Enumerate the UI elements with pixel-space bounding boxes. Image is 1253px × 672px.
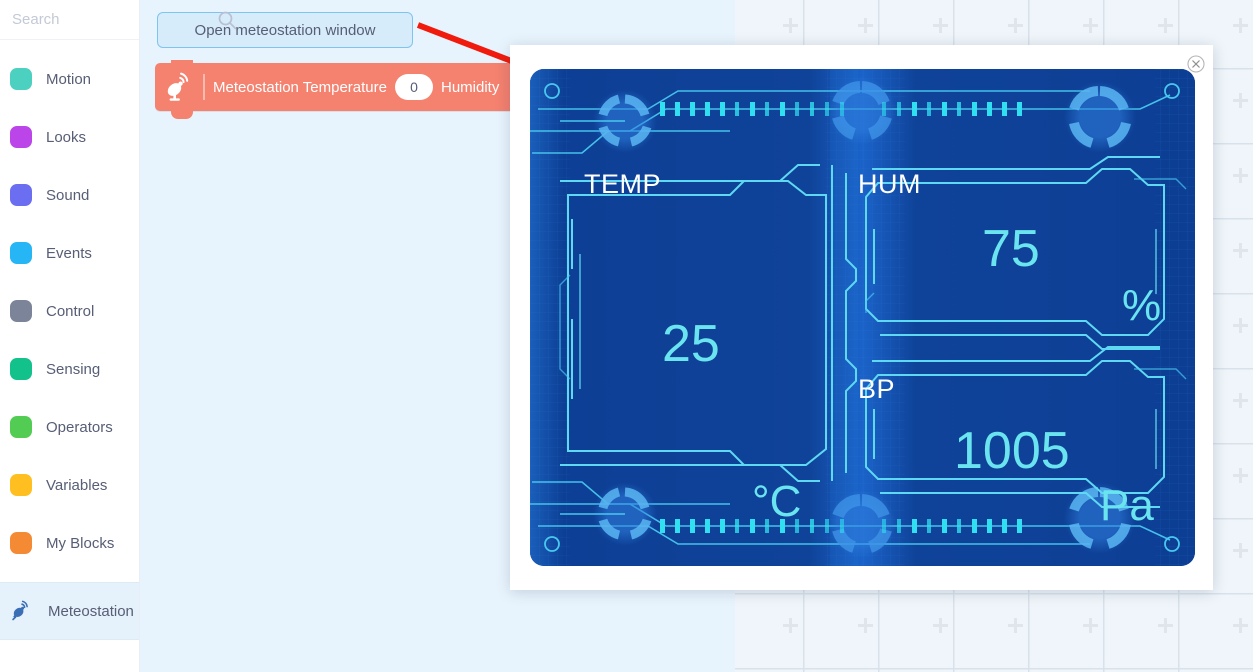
sensing-color-dot bbox=[10, 358, 32, 380]
sidebar-item-variables[interactable]: Variables bbox=[0, 456, 139, 514]
sidebar-item-sound[interactable]: Sound bbox=[0, 166, 139, 224]
operators-color-dot bbox=[10, 416, 32, 438]
sidebar-item-label: Operators bbox=[46, 418, 113, 436]
control-color-dot bbox=[10, 300, 32, 322]
bp-panel-value: 1005 bbox=[954, 422, 1070, 480]
search-icon[interactable] bbox=[217, 10, 237, 30]
block-palette: Motion Looks Sound Events Control Sensin… bbox=[0, 0, 237, 672]
looks-color-dot bbox=[10, 126, 32, 148]
motion-color-dot bbox=[10, 68, 32, 90]
sidebar-item-my-blocks[interactable]: My Blocks bbox=[0, 514, 139, 572]
sidebar-item-control[interactable]: Control bbox=[0, 282, 139, 340]
block-label-temperature: Meteostation Temperature bbox=[213, 78, 387, 96]
search-input[interactable] bbox=[12, 11, 211, 28]
sidebar-item-label: Variables bbox=[46, 476, 108, 494]
sidebar-item-events[interactable]: Events bbox=[0, 224, 139, 282]
temp-panel-label: TEMP bbox=[584, 169, 662, 199]
sidebar-item-looks[interactable]: Looks bbox=[0, 108, 139, 166]
sidebar-item-label: Events bbox=[46, 244, 92, 262]
block-divider bbox=[203, 74, 205, 100]
meteostation-window: TEMP 25 °C HUM 75 % BP 1005 Pa bbox=[510, 45, 1213, 590]
block-value-input[interactable]: 0 bbox=[395, 74, 433, 100]
sound-color-dot bbox=[10, 184, 32, 206]
hum-panel-label: HUM bbox=[858, 169, 921, 199]
events-color-dot bbox=[10, 242, 32, 264]
search-bar[interactable] bbox=[0, 0, 237, 40]
sidebar-item-label: Meteostation bbox=[48, 602, 134, 620]
sidebar-item-label: Sensing bbox=[46, 360, 101, 378]
meteostation-hud: TEMP 25 °C HUM 75 % BP 1005 Pa bbox=[530, 69, 1195, 566]
meteostation-temperature-block[interactable]: Meteostation Temperature 0 Humidity bbox=[155, 60, 530, 119]
sidebar-item-sensing[interactable]: Sensing bbox=[0, 340, 139, 398]
satellite-dish-icon bbox=[163, 71, 195, 103]
sidebar-item-operators[interactable]: Operators bbox=[0, 398, 139, 456]
hum-panel-value: 75 bbox=[982, 220, 1040, 278]
category-list: Motion Looks Sound Events Control Sensin… bbox=[0, 40, 139, 640]
sidebar-item-motion[interactable]: Motion bbox=[0, 50, 139, 108]
sidebar-item-label: Looks bbox=[46, 128, 87, 146]
my-blocks-color-dot bbox=[10, 532, 32, 554]
variables-color-dot bbox=[10, 474, 32, 496]
sidebar-item-label: Control bbox=[46, 302, 95, 320]
bp-panel-label: BP bbox=[858, 374, 896, 404]
satellite-dish-icon bbox=[10, 599, 34, 623]
hud-circuit-graphics bbox=[530, 69, 1195, 566]
sidebar-item-label: My Blocks bbox=[46, 534, 115, 552]
temp-panel-value: 25 bbox=[662, 315, 720, 373]
block-label-humidity: Humidity bbox=[441, 78, 500, 96]
bp-panel-unit: Pa bbox=[1100, 481, 1154, 530]
sidebar-item-label: Sound bbox=[46, 186, 90, 204]
hum-panel-unit: % bbox=[1122, 281, 1162, 330]
sidebar-item-meteostation[interactable]: Meteostation bbox=[0, 582, 139, 640]
sidebar-item-label: Motion bbox=[46, 70, 92, 88]
temp-panel-unit: °C bbox=[752, 477, 802, 526]
